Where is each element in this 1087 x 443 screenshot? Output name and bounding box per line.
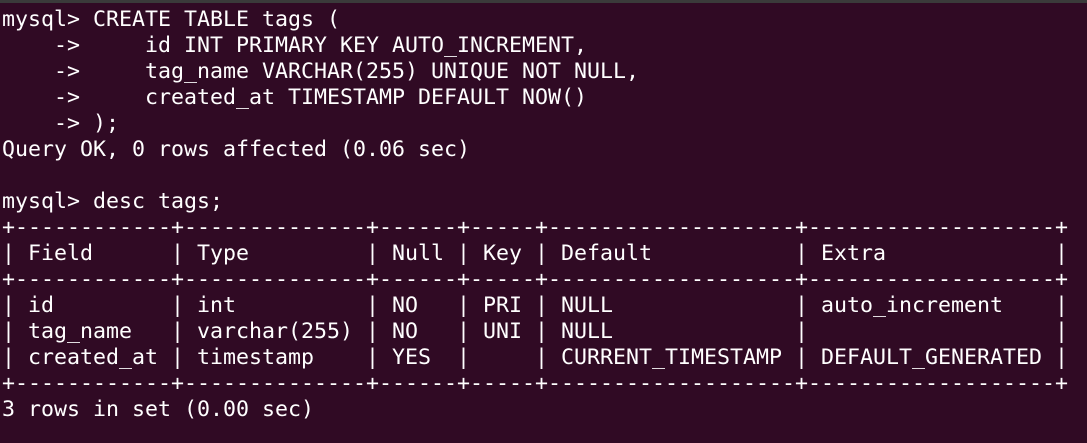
table-header-row: | Field | Type | Null | Key | Default | … xyxy=(2,241,1069,266)
sql-continuation-line: -> tag_name VARCHAR(255) UNIQUE NOT NULL… xyxy=(2,59,640,84)
table-border: +------------+--------------+------+----… xyxy=(2,267,1069,292)
table-row: | id | int | NO | PRI | NULL | auto_incr… xyxy=(2,293,1069,318)
query-result-message: Query OK, 0 rows affected (0.06 sec) xyxy=(2,137,471,162)
result-count-message: 3 rows in set (0.00 sec) xyxy=(2,397,315,422)
sql-prompt-create-table: mysql> CREATE TABLE tags ( xyxy=(2,7,341,32)
sql-continuation-line: -> ); xyxy=(2,111,120,136)
table-row: | created_at | timestamp | YES | | CURRE… xyxy=(2,345,1069,370)
table-border: +------------+--------------+------+----… xyxy=(2,215,1069,240)
sql-continuation-line: -> created_at TIMESTAMP DEFAULT NOW() xyxy=(2,85,588,110)
table-border: +------------+--------------+------+----… xyxy=(2,371,1069,396)
terminal-window[interactable]: mysql> CREATE TABLE tags ( -> id INT PRI… xyxy=(0,0,1087,443)
sql-prompt-desc: mysql> desc tags; xyxy=(2,189,224,214)
table-row: | tag_name | varchar(255) | NO | UNI | N… xyxy=(2,319,1069,344)
sql-continuation-line: -> id INT PRIMARY KEY AUTO_INCREMENT, xyxy=(2,33,588,58)
